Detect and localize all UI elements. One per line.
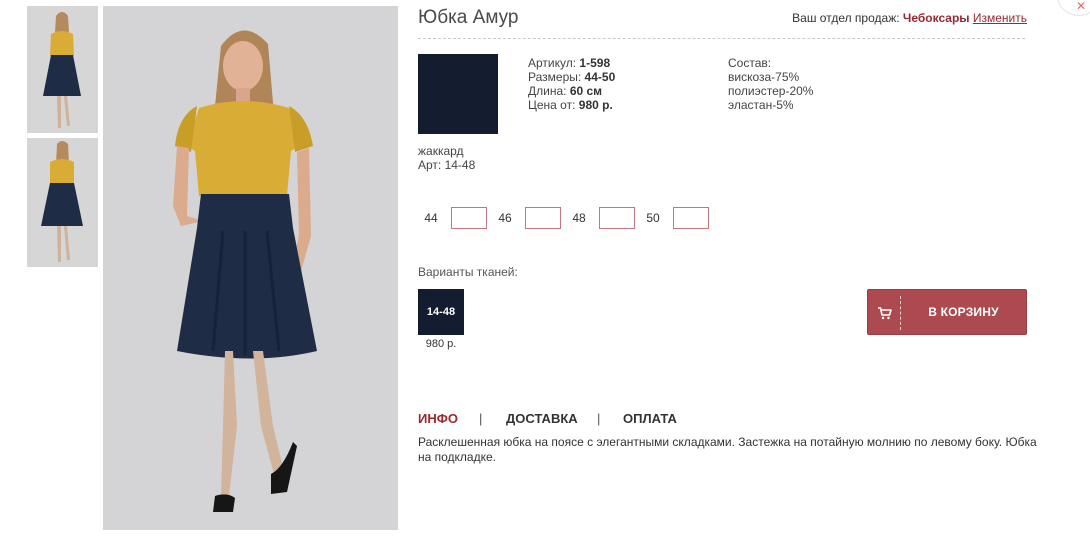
fabric-code: Арт: 14-48	[418, 158, 476, 172]
fabric-name: жаккард	[418, 144, 464, 158]
size-48-quantity-input[interactable]	[599, 207, 635, 229]
size-label: 48	[572, 211, 586, 225]
size-44-quantity-input[interactable]	[451, 207, 487, 229]
composition-item: эластан-5%	[728, 98, 794, 112]
fabric-variant-price: 980 р.	[425, 338, 457, 350]
tab-payment[interactable]: ОПЛАТА	[623, 411, 677, 426]
price-label: Цена от:	[528, 98, 576, 112]
fabric-variant-code: 14-48	[426, 306, 456, 318]
size-label: 46	[498, 211, 512, 225]
sales-region-city: Чебоксары	[902, 11, 970, 25]
tab-separator: |	[479, 411, 483, 426]
fabric-info: жаккард Арт: 14-48	[418, 144, 475, 172]
composition-item: вискоза-75%	[728, 70, 800, 84]
sales-region-label: Ваш отдел продаж:	[792, 11, 900, 25]
product-specs: Артикул: 1-598 Размеры: 44-50 Длина: 60 …	[528, 56, 615, 112]
article-value: 1-598	[579, 56, 611, 70]
fabric-variants-title: Варианты тканей:	[418, 265, 518, 279]
article-label: Артикул:	[528, 56, 577, 70]
model-photo-image	[103, 6, 398, 530]
model-front-thumbnail-image	[27, 6, 98, 133]
sales-region: Ваш отдел продаж: Чебоксары Изменить	[792, 11, 1027, 25]
model-back-thumbnail-image	[27, 138, 98, 267]
cart-icon	[878, 307, 892, 320]
thumbnail-back[interactable]	[27, 138, 98, 267]
tab-info[interactable]: ИНФО	[418, 411, 458, 426]
sizes-value: 44-50	[584, 70, 616, 84]
main-product-photo[interactable]	[103, 6, 398, 530]
price-value: 980 р.	[578, 98, 613, 112]
composition-item: полиэстер-20%	[728, 84, 814, 98]
size-label: 44	[424, 211, 438, 225]
size-50-quantity-input[interactable]	[673, 207, 709, 229]
close-icon: ✕	[1076, 0, 1087, 13]
header-divider	[418, 38, 1025, 39]
size-46-quantity-input[interactable]	[525, 207, 561, 229]
tab-separator: |	[597, 411, 601, 426]
tab-delivery[interactable]: ДОСТАВКА	[506, 411, 578, 426]
add-to-cart-button[interactable]: В КОРЗИНУ	[867, 289, 1027, 335]
product-description: Расклешенная юбка на поясе с элегантными…	[418, 435, 1037, 464]
sizes-label: Размеры:	[528, 70, 582, 84]
composition: Состав: вискоза-75% полиэстер-20% эласта…	[728, 56, 813, 112]
close-button[interactable]: ✕	[1057, 0, 1090, 16]
product-title: Юбка Амур	[418, 7, 519, 28]
fabric-swatch[interactable]	[418, 54, 498, 134]
add-to-cart-label: В КОРЗИНУ	[928, 305, 999, 319]
size-label: 50	[646, 211, 660, 225]
thumbnail-front[interactable]	[27, 6, 98, 133]
composition-label: Состав:	[728, 56, 772, 70]
change-region-link[interactable]: Изменить	[973, 11, 1027, 25]
fabric-variant-tile[interactable]: 14-48	[418, 289, 464, 335]
length-value: 60 см	[569, 84, 603, 98]
length-label: Длина:	[528, 84, 567, 98]
